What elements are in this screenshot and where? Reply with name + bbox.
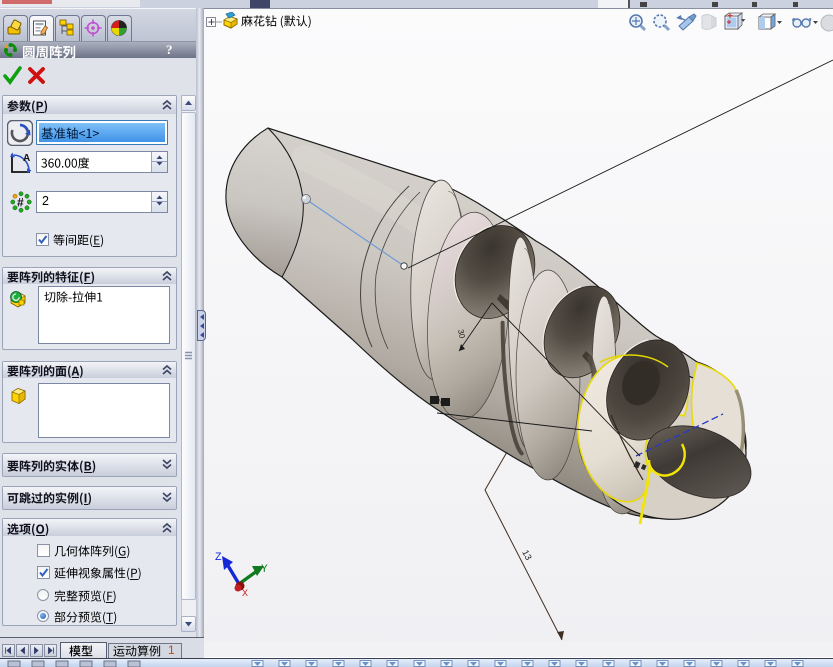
svg-text:13: 13	[520, 548, 534, 562]
svg-text:X: X	[242, 589, 248, 600]
svg-text:Y: Y	[261, 564, 268, 576]
svg-text:A: A	[23, 153, 30, 164]
svg-text:Z: Z	[215, 552, 222, 564]
svg-text:#: #	[17, 196, 24, 210]
